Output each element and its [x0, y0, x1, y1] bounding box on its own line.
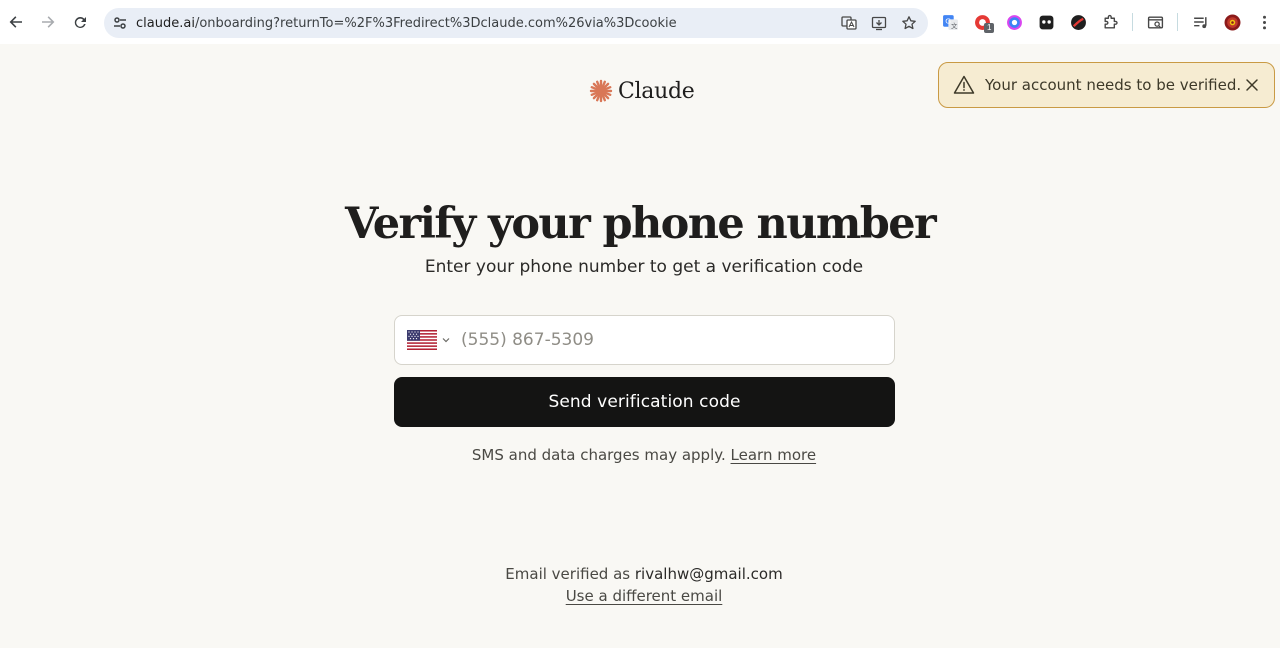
page-title: Verify your phone number [344, 199, 937, 249]
dark-square-extension-icon[interactable] [1030, 0, 1062, 44]
disc-extension-icon[interactable] [1062, 0, 1094, 44]
use-different-email-link[interactable]: Use a different email [566, 587, 723, 605]
url-path: /onboarding?returnTo=%2F%3Fredirect%3Dcl… [194, 15, 677, 31]
bookmark-star-icon[interactable] [896, 10, 922, 36]
close-icon[interactable] [1244, 77, 1260, 93]
disclaimer-text: SMS and data charges may apply. [471, 446, 726, 464]
us-flag-icon [407, 330, 437, 350]
toolbar-divider [1132, 13, 1133, 31]
browser-menu-icon[interactable] [1248, 0, 1280, 44]
phone-field [394, 315, 895, 365]
toast-message: Your account needs to be verified. [985, 76, 1242, 94]
chevron-down-icon [442, 338, 450, 343]
phone-number-input[interactable] [461, 316, 894, 364]
claude-starburst-icon [589, 79, 613, 103]
learn-more-link[interactable]: Learn more [731, 446, 817, 464]
different-email-row: Use a different email [0, 586, 1280, 606]
site-settings-icon[interactable] [104, 8, 136, 38]
install-app-icon[interactable] [866, 10, 892, 36]
country-selector[interactable] [395, 316, 451, 364]
red-extension-icon[interactable]: 1 [966, 0, 998, 44]
verified-email-line: Email verified as rivalhw@gmail.com [0, 564, 1280, 584]
url-text: claude.ai/onboarding?returnTo=%2F%3Fredi… [136, 16, 836, 31]
color-picker-extension-icon[interactable] [998, 0, 1030, 44]
extensions-puzzle-icon[interactable] [1094, 0, 1126, 44]
address-bar[interactable]: claude.ai/onboarding?returnTo=%2F%3Fredi… [104, 8, 928, 38]
translate-icon[interactable] [836, 10, 862, 36]
url-host: claude.ai [136, 15, 195, 31]
logo-wordmark: Claude [618, 78, 695, 104]
google-translate-extension-icon[interactable]: G文 [934, 0, 966, 44]
reload-button[interactable] [64, 0, 96, 44]
send-verification-code-button[interactable]: Send verification code [394, 377, 895, 427]
back-button[interactable] [0, 0, 32, 44]
profile-avatar[interactable] [1216, 0, 1248, 44]
svg-text:文: 文 [951, 20, 958, 29]
verification-toast: Your account needs to be verified. [938, 62, 1275, 108]
media-control-icon[interactable] [1184, 0, 1216, 44]
sms-disclaimer: SMS and data charges may apply. Learn mo… [0, 445, 1280, 465]
forward-button[interactable] [32, 0, 64, 44]
reload-icon [74, 17, 86, 29]
tab-search-icon[interactable] [1139, 0, 1171, 44]
arrow-left-icon [9, 16, 22, 28]
email-address: rivalhw@gmail.com [634, 565, 783, 583]
page-subtitle: Enter your phone number to get a verific… [424, 257, 864, 277]
arrow-right-icon [42, 16, 55, 28]
toolbar-divider [1177, 13, 1178, 31]
extension-badge: 1 [984, 23, 995, 33]
warning-icon [953, 75, 975, 94]
browser-toolbar: claude.ai/onboarding?returnTo=%2F%3Fredi… [0, 0, 1280, 44]
claude-logo[interactable]: Claude [589, 76, 695, 106]
email-prefix: Email verified as [505, 565, 631, 583]
